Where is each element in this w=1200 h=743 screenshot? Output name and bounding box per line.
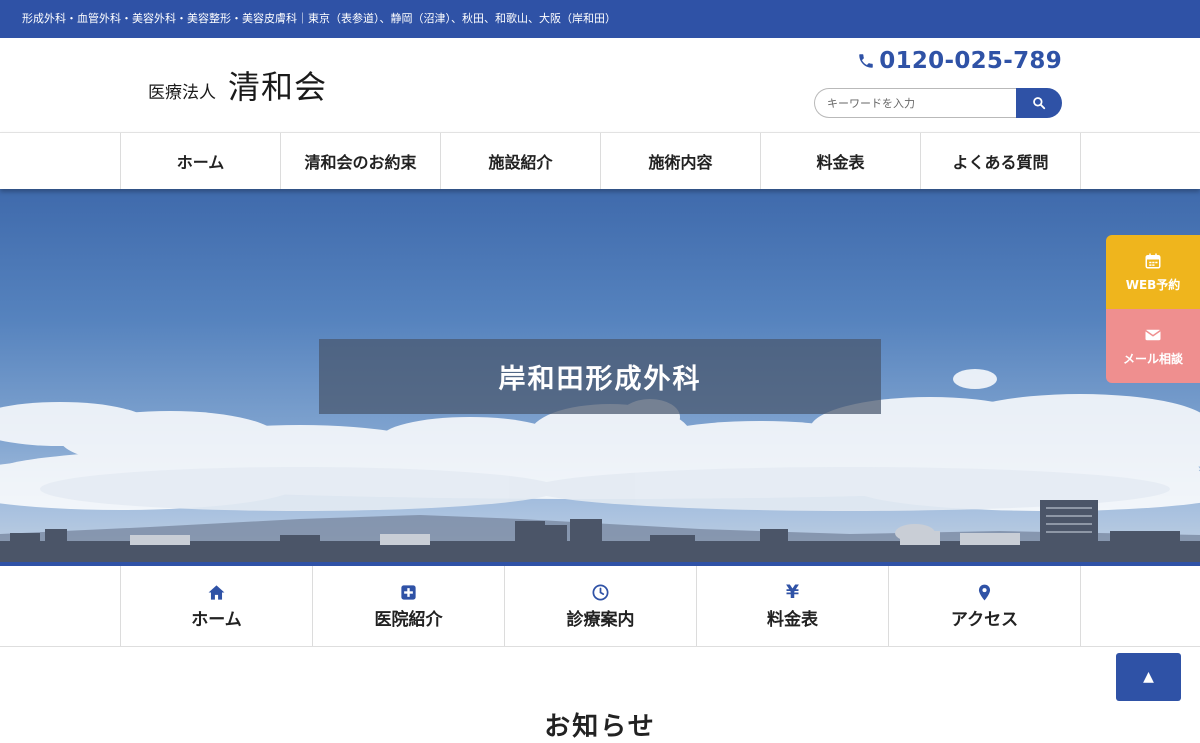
map-pin-icon	[978, 584, 991, 600]
hero-banner: 岸和田形成外科	[0, 189, 1200, 564]
search-button[interactable]	[1016, 88, 1062, 118]
clinic-nav-access[interactable]: アクセス	[889, 566, 1081, 646]
back-to-top-button[interactable]: ▲	[1116, 653, 1181, 701]
search-input[interactable]	[814, 88, 1016, 118]
mail-consultation-button[interactable]: メール相談	[1106, 309, 1200, 383]
clinic-nav-label: アクセス	[950, 609, 1019, 630]
medical-cross-icon	[401, 584, 416, 600]
logo-org: 医療法人	[148, 83, 216, 103]
web-reservation-button[interactable]: WEB予約	[1106, 235, 1200, 309]
clinic-nav-introduction[interactable]: 医院紹介	[313, 566, 505, 646]
nav-item-home[interactable]: ホーム	[121, 133, 281, 189]
clinic-nav-label: 医院紹介	[374, 609, 443, 630]
home-icon	[208, 584, 225, 600]
mail-consultation-label: メール相談	[1122, 351, 1183, 366]
hero-divider	[0, 562, 1200, 566]
site-logo[interactable]: 医療法人 清和会	[148, 62, 327, 108]
nav-item-treatments[interactable]: 施術内容	[601, 133, 761, 189]
specialties-text: 形成外科・血管外科・美容外科・美容整形・美容皮膚科｜東京（表参道）、静岡（沼津）…	[22, 12, 616, 25]
search-box	[814, 88, 1062, 118]
calendar-icon	[1145, 253, 1161, 268]
clinic-nav-home[interactable]: ホーム	[121, 566, 313, 646]
clinic-nav-label: 料金表	[767, 609, 818, 630]
web-reservation-label: WEB予約	[1125, 277, 1181, 292]
phone-icon	[859, 54, 874, 68]
site-header: 医療法人 清和会 0120-025-789	[0, 38, 1200, 132]
logo-name: 清和会	[228, 68, 328, 106]
clinic-nav-label: 診療案内	[566, 609, 635, 630]
clock-icon	[592, 584, 609, 600]
clinic-nav: ホーム 医院紹介 診療案内 ¥ 料金表 アクセス	[0, 566, 1200, 647]
search-icon	[1033, 97, 1046, 110]
nav-item-pricing[interactable]: 料金表	[761, 133, 921, 189]
hero-title: 岸和田形成外科	[319, 339, 881, 414]
main-nav: ホーム 清和会のお約束 施設紹介 施術内容 料金表 よくある質問	[0, 132, 1200, 189]
nav-item-promise[interactable]: 清和会のお約束	[281, 133, 441, 189]
nav-item-faq[interactable]: よくある質問	[921, 133, 1081, 189]
phone-text: 0120-025-789	[879, 48, 1062, 74]
phone-number[interactable]: 0120-025-789	[857, 48, 1062, 74]
clinic-nav-pricing[interactable]: ¥ 料金表	[697, 566, 889, 646]
clinic-nav-label: ホーム	[191, 609, 242, 630]
arrow-up-icon: ▲	[1143, 669, 1154, 685]
envelope-icon	[1145, 329, 1161, 340]
top-info-bar: 形成外科・血管外科・美容外科・美容整形・美容皮膚科｜東京（表参道）、静岡（沼津）…	[0, 0, 1200, 38]
news-section-title: お知らせ	[544, 712, 656, 742]
clinic-nav-guide[interactable]: 診療案内	[505, 566, 697, 646]
nav-item-facilities[interactable]: 施設紹介	[441, 133, 601, 189]
yen-icon: ¥	[785, 580, 800, 603]
